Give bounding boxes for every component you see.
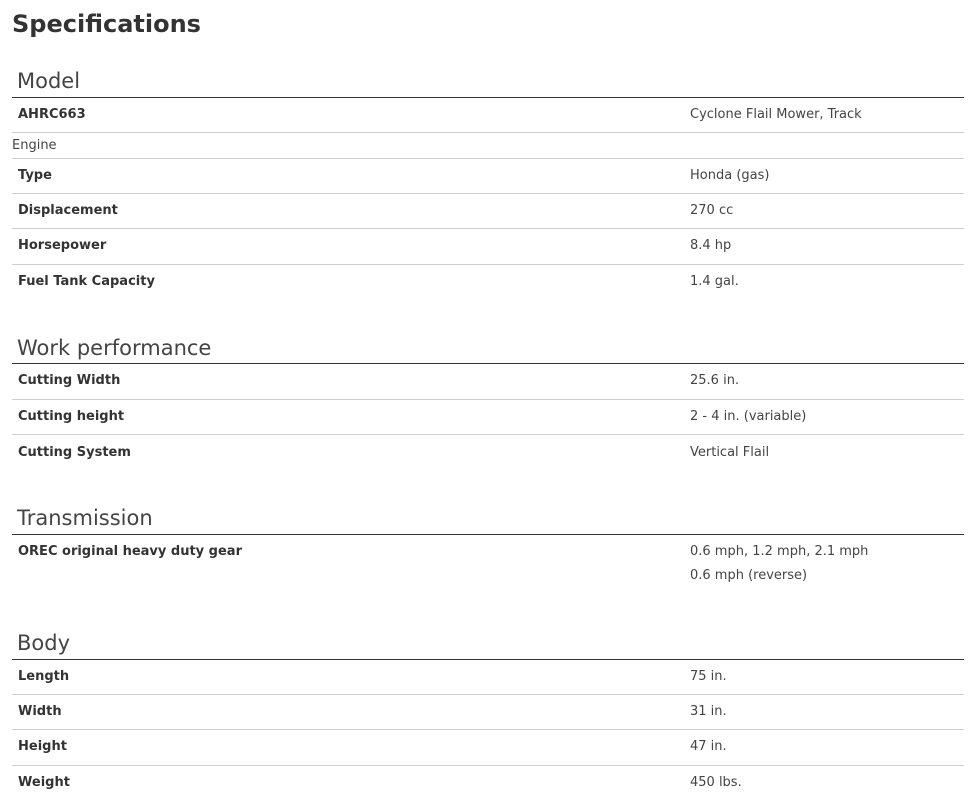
row-divider	[12, 228, 964, 229]
spec-value-horsepower: 8.4 hp	[690, 238, 732, 253]
row-divider	[12, 694, 964, 695]
spec-value-width: 31 in.	[690, 704, 727, 719]
spec-label-fuel-tank-capacity: Fuel Tank Capacity	[18, 274, 155, 289]
spec-value-model-number: Cyclone Flail Mower, Track	[690, 107, 862, 122]
spec-value-forward-speeds: 0.6 mph, 1.2 mph, 2.1 mph	[690, 544, 869, 559]
section-title-engine: Engine	[12, 138, 57, 153]
spec-label-type: Type	[18, 168, 52, 183]
section-title-transmission: Transmission	[17, 506, 153, 530]
spec-value-cutting-system: Vertical Flail	[690, 445, 770, 460]
spec-value-reverse-speed: 0.6 mph (reverse)	[690, 568, 808, 583]
section-title-model: Model	[17, 69, 81, 93]
row-divider	[12, 765, 964, 766]
row-divider	[12, 399, 964, 400]
section-title-body: Body	[17, 631, 71, 655]
row-divider	[12, 729, 964, 730]
row-divider	[12, 264, 964, 265]
row-divider	[12, 193, 964, 194]
spec-label-horsepower: Horsepower	[18, 238, 107, 253]
spec-label-gear: OREC original heavy duty gear	[18, 544, 242, 559]
spec-label-weight: Weight	[18, 775, 70, 790]
section-divider	[12, 659, 964, 660]
section-divider	[12, 363, 964, 364]
spec-value-type: Honda (gas)	[690, 168, 770, 183]
spec-value-cutting-height: 2 - 4 in. (variable)	[690, 409, 807, 424]
page-title: Specifications	[12, 10, 201, 38]
spec-value-fuel-tank-capacity: 1.4 gal.	[690, 274, 739, 289]
spec-value-weight: 450 lbs.	[690, 775, 742, 790]
row-divider	[12, 434, 964, 435]
section-title-work-performance: Work performance	[17, 336, 212, 360]
spec-value-length: 75 in.	[690, 669, 727, 684]
spec-label-height: Height	[18, 739, 67, 754]
spec-value-cutting-width: 25.6 in.	[690, 373, 740, 388]
spec-value-displacement: 270 cc	[690, 203, 734, 218]
spec-label-cutting-height: Cutting height	[18, 409, 125, 424]
section-divider	[12, 97, 964, 98]
row-divider	[12, 132, 964, 133]
spec-label-width: Width	[18, 704, 62, 719]
spec-label-cutting-width: Cutting Width	[18, 373, 121, 388]
section-divider	[12, 534, 964, 535]
spec-value-height: 47 in.	[690, 739, 727, 754]
spec-label-cutting-system: Cutting System	[18, 445, 131, 460]
spec-label-model-number: AHRC663	[18, 107, 86, 122]
row-divider	[12, 158, 964, 159]
spec-label-displacement: Displacement	[18, 203, 118, 218]
spec-label-length: Length	[18, 669, 70, 684]
